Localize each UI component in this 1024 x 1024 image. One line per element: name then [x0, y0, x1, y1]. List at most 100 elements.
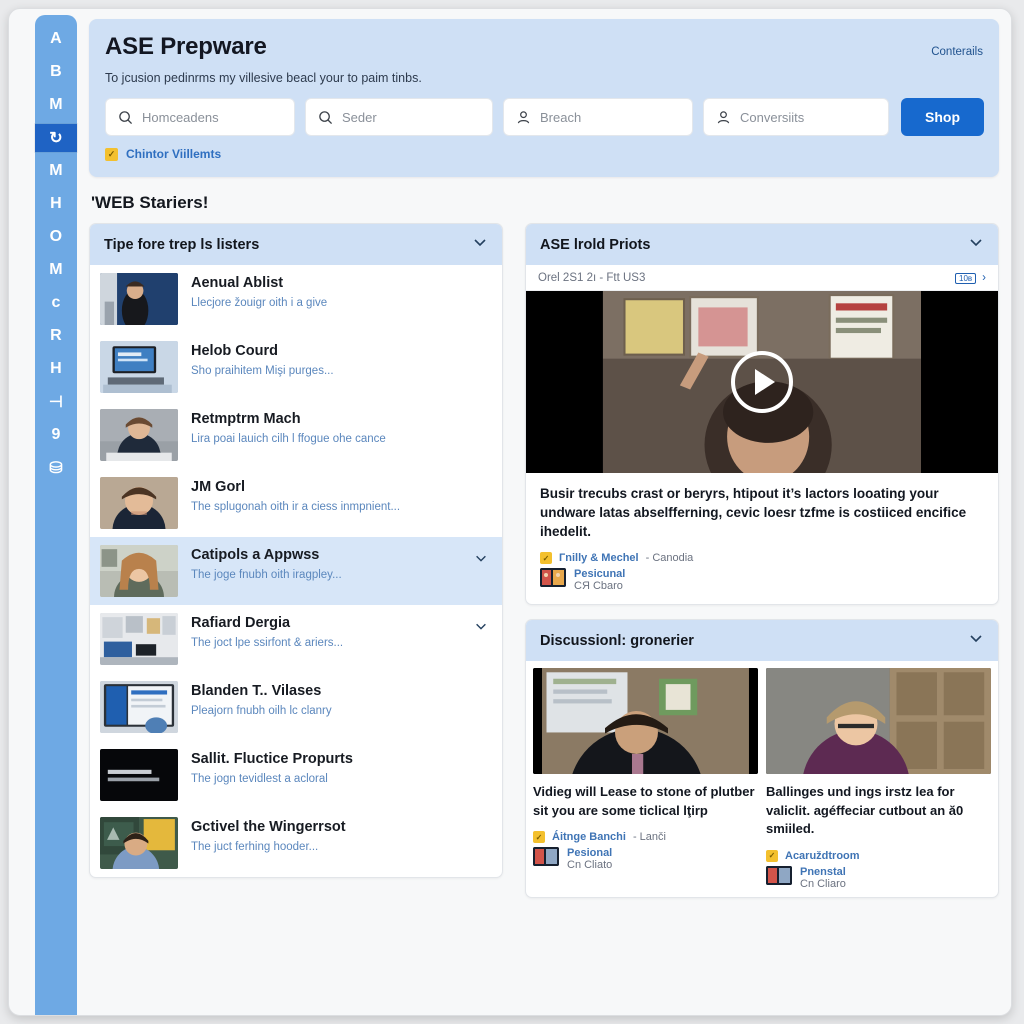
sidebar-item-briefcase[interactable]: ⛁	[35, 454, 77, 482]
video-date-label: Orel 2S1 2ı - Ftt US3	[538, 272, 646, 284]
chevron-down-icon[interactable]	[472, 234, 488, 255]
video-byline: ✓ Гnilly & Mechel - Canodia Pesicunal CЯ…	[540, 552, 984, 592]
discussion-byline-suffix: - Lanči	[632, 831, 666, 844]
content-bottom-spacer	[89, 898, 999, 938]
list-item[interactable]: Aenual Ablist Llecjore žouigr oith i a gi…	[90, 265, 502, 333]
list-item[interactable]: Retmptrm Mach Lira poai lauich cilh l ffo…	[90, 401, 502, 469]
sidebar-item-a[interactable]: A	[35, 25, 77, 53]
chevron-down-icon[interactable]	[474, 613, 488, 638]
list-item[interactable]: JM Gorl The spluɡonah oith ir a ciess inm…	[90, 469, 502, 537]
right-column: ASE lrold Priots Orel 2S1 2ı - Ftt US3 1…	[525, 223, 999, 898]
chevron-down-icon[interactable]	[968, 234, 984, 255]
chevron-down-icon[interactable]	[474, 545, 488, 570]
discussion-byline-line2: Cn Cliato	[567, 859, 613, 872]
list-item-description: Pleajorn fnubh oilh lc clanry	[191, 705, 332, 718]
hero-checkbox-label[interactable]: Chintor Viillemts	[126, 147, 221, 161]
discussion-card-header[interactable]: Discussionl: gronerier	[526, 620, 998, 662]
video-card: ASE lrold Priots Orel 2S1 2ı - Ftt US3 1…	[525, 223, 999, 606]
list-item[interactable]: Blanden T.. Vilases Pleajorn fnubh oilh l…	[90, 673, 502, 741]
video-byline-name[interactable]: Гnilly & Mechel	[559, 552, 639, 564]
list-item-thumbnail	[100, 477, 178, 529]
discussion-item[interactable]: Ballinges und ings irstz lea for valicli…	[766, 668, 991, 890]
shop-button[interactable]: Shop	[901, 98, 984, 136]
list-item-title: Blanden T.. Vilases	[191, 683, 322, 699]
list-item-title: Gctivel the Wingerrsot	[191, 819, 346, 835]
discussion-caption: Vidieg will Lease to stone of plutber si…	[533, 784, 755, 818]
list-item-meta: Sallit. Fluctice Propurts The jogn tevidl…	[191, 749, 488, 788]
listers-list: Aenual Ablist Llecjore žouigr oith i a gi…	[90, 265, 502, 877]
list-item-thumbnail	[100, 409, 178, 461]
list-item-description: The joge fnubh oith iragpley...	[191, 569, 342, 582]
sidebar-item-m2[interactable]: M	[35, 157, 77, 185]
discussion-byline-name[interactable]: Áitnge Banchi	[552, 831, 626, 843]
video-card-header[interactable]: ASE lrold Priots	[526, 224, 998, 265]
sidebar-item-b[interactable]: B	[35, 58, 77, 86]
discussion-thumbnail[interactable]	[533, 668, 758, 775]
person-input-conversiits[interactable]: Conversiits	[703, 98, 889, 136]
byline-text-block: Pesional Cn Cliato	[567, 847, 612, 871]
listers-card-title: Tipe fore trep ls listers	[104, 236, 260, 253]
two-column-layout: Tipe fore trep ls listers Aenual Ablist L…	[89, 223, 999, 898]
list-item-description: The juct ferhing hooder...	[191, 841, 319, 854]
main-content: Conterails ASE Prepware To jcusion pedin…	[77, 9, 1011, 1015]
play-button[interactable]	[731, 351, 793, 413]
discussion-byline: ✓ Áitnge Banchi - Lanči Pesional Cn Cliato	[533, 831, 758, 871]
app-window: A B M ↻ M H O Mс R H ⊣ 9 ⛁ Conterails ASE Prepware T…	[8, 8, 1012, 1016]
list-item-meta: Helob Courd Sho praihitem Mişi purges...	[191, 341, 488, 380]
hero-top-link[interactable]: Conterails	[931, 46, 983, 58]
search-input-seder[interactable]: Seder	[305, 98, 493, 136]
list-item-meta: Catipols a Appwss The joge fnubh oith ira…	[191, 545, 461, 584]
discussion-grid: Vidieg will Lease to stone of plutber si…	[526, 661, 998, 896]
discussion-caption: Ballinges und ings irstz lea for valicli…	[766, 784, 964, 837]
sidebar-item-m3[interactable]: M	[35, 256, 77, 284]
list-item-description: Sho praihitem Mişi purges...	[191, 365, 334, 378]
list-item[interactable]: Gctivel the Wingerrsot The juct ferhing h…	[90, 809, 502, 877]
sidebar-item-r[interactable]: R	[35, 322, 77, 350]
sidebar-item-refresh[interactable]: ↻	[35, 124, 77, 152]
sidebar-item-h1[interactable]: H	[35, 190, 77, 218]
list-item-title: Catipols a Appwss	[191, 547, 320, 563]
sidebar-item-o[interactable]: O	[35, 223, 77, 251]
checkbox-checked-icon: ✓	[540, 552, 552, 565]
list-item-title: Rafiard Dergia	[191, 615, 291, 631]
discussion-card-title: Discussionl: gronerier	[540, 632, 694, 649]
byline-thumbnail	[540, 568, 566, 588]
list-item[interactable]: Sallit. Fluctice Propurts The jogn tevidl…	[90, 741, 502, 809]
video-caption: Busir trecubs crast or beryrs, htipout i…	[540, 486, 967, 540]
sidebar-item-9[interactable]: 9	[35, 421, 77, 449]
video-byline-top: ✓ Гnilly & Mechel - Canodia	[540, 552, 984, 565]
video-count-badge: 10в	[955, 272, 977, 284]
search-icon	[119, 110, 133, 124]
search-input-placeholder: Seder	[342, 109, 377, 125]
list-item-thumbnail	[100, 341, 178, 393]
list-item-meta: Gctivel the Wingerrsot The juct ferhing h…	[191, 817, 488, 856]
discussion-byline-bottom: Pesional Cn Cliato	[533, 847, 758, 871]
sidebar-item-bracket[interactable]: ⊣	[35, 388, 77, 416]
section-title: 'WEB Stariers!	[91, 193, 209, 212]
discussion-item[interactable]: Vidieg will Lease to stone of plutber si…	[533, 668, 758, 889]
list-item[interactable]: Catipols a Appwss The joge fnubh oith ira…	[90, 537, 502, 605]
sidebar-item-h2[interactable]: H	[35, 355, 77, 383]
list-item[interactable]: Helob Courd Sho praihitem Mişi purges...	[90, 333, 502, 401]
sidebar-item-c[interactable]: с	[35, 289, 77, 317]
list-item-thumbnail	[100, 817, 178, 869]
video-meta-actions[interactable]: 10в ›	[955, 272, 986, 284]
hero-checkbox-row[interactable]: ✓ Chintor Viillemts	[105, 147, 983, 161]
person-input-breach[interactable]: Breach	[503, 98, 693, 136]
listers-card-header[interactable]: Tipe fore trep ls listers	[90, 224, 502, 265]
discussion-byline-line1: Pesional	[567, 847, 613, 860]
search-input-homceadens[interactable]: Homceadens	[105, 98, 295, 136]
chevron-right-icon[interactable]: ›	[982, 272, 986, 284]
checkbox-checked-icon[interactable]: ✓	[105, 147, 118, 161]
video-byline-line1: Pesicunal	[574, 568, 626, 581]
video-meta-row: Orel 2S1 2ı - Ftt US3 10в ›	[526, 265, 998, 291]
discussion-thumbnail[interactable]	[766, 668, 991, 775]
list-item-meta: Aenual Ablist Llecjore žouigr oith i a gi…	[191, 273, 488, 312]
sidebar-item-m1[interactable]: M	[35, 91, 77, 119]
search-input-placeholder: Homceadens	[142, 109, 219, 125]
discussion-byline-name[interactable]: Acaruždtroom	[785, 850, 860, 862]
chevron-down-icon[interactable]	[968, 630, 984, 651]
list-item[interactable]: Rafiard Dergia The joct lpe ssirfont & ar…	[90, 605, 502, 673]
list-item-thumbnail	[100, 613, 178, 665]
video-player[interactable]	[526, 291, 998, 473]
